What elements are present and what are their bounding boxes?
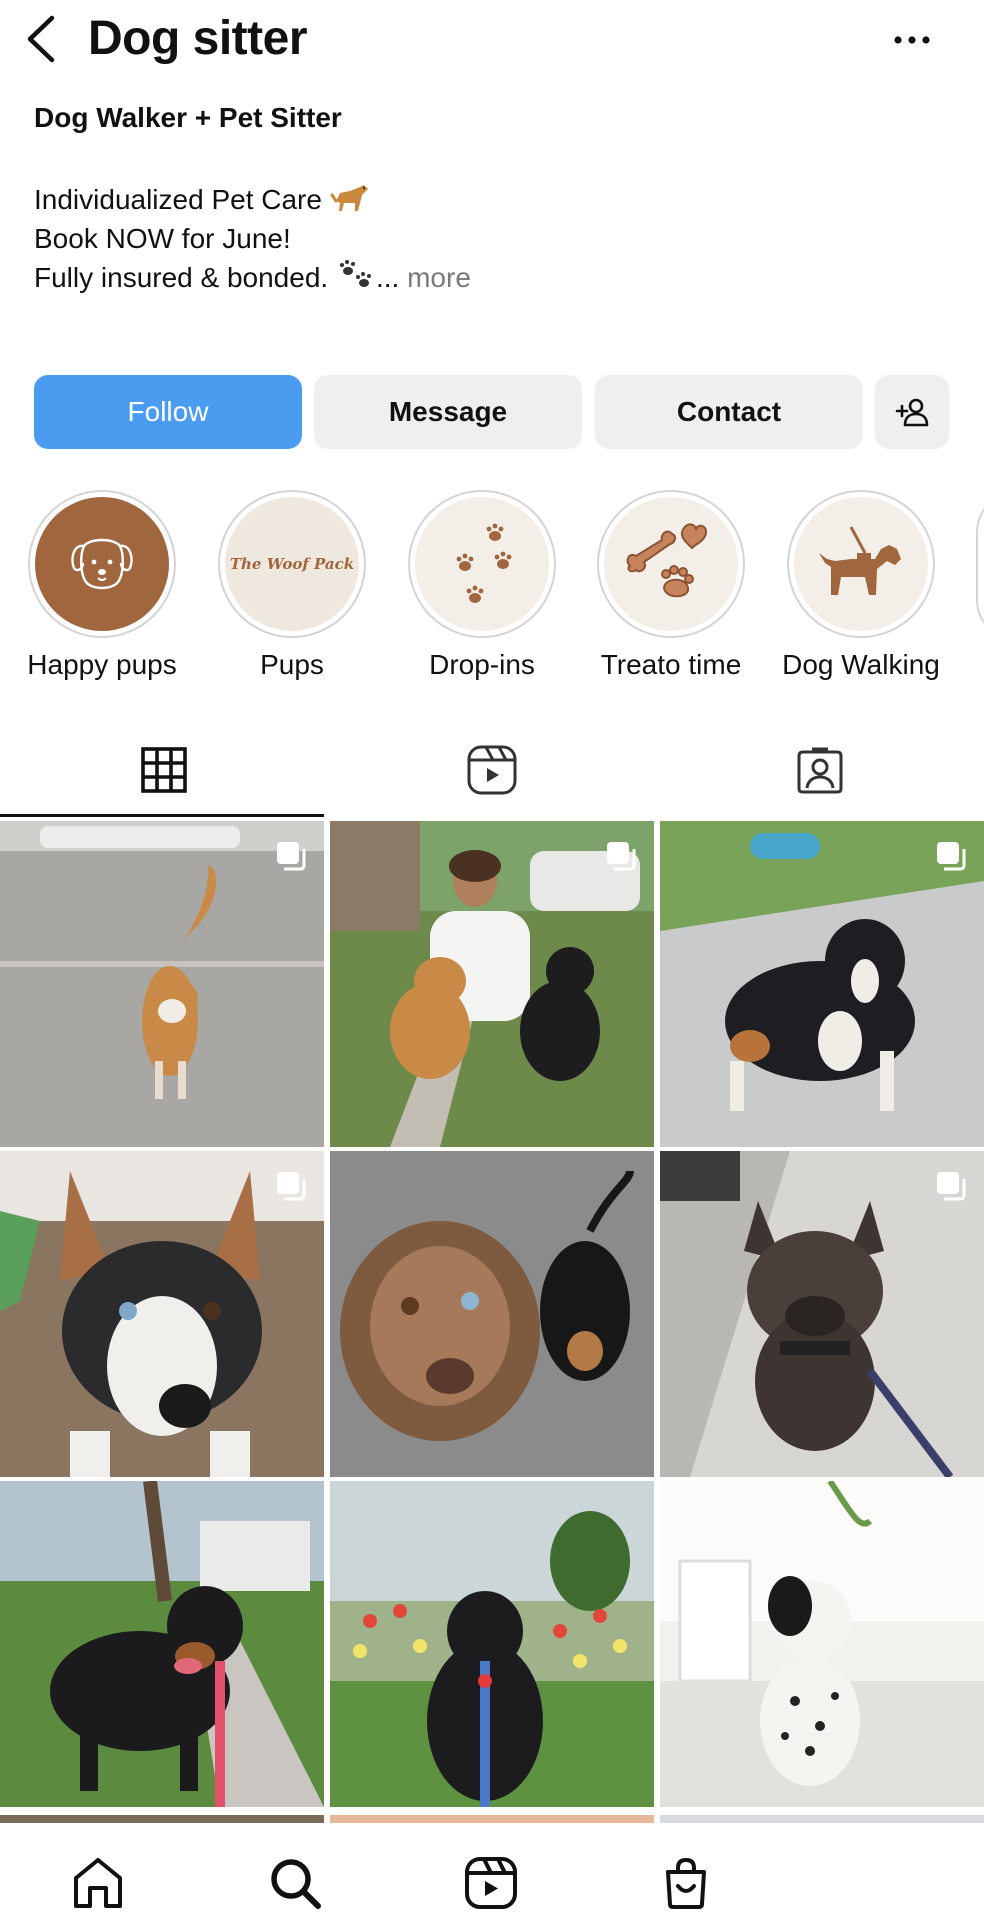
bottom-navigation bbox=[0, 1823, 984, 1917]
highlight-label: Happy pups bbox=[27, 649, 177, 680]
highlight-ring bbox=[28, 490, 176, 638]
tab-reels[interactable] bbox=[328, 722, 656, 818]
post-tile[interactable] bbox=[0, 1151, 324, 1477]
nav-home[interactable] bbox=[68, 1853, 128, 1913]
profile-tabs bbox=[0, 722, 984, 818]
bio-text: Individualized Pet Care Book NOW for Jun… bbox=[34, 180, 471, 297]
profile-actions: Follow Message Contact bbox=[34, 375, 950, 449]
highlight-treato-time[interactable]: Treato time bbox=[596, 490, 746, 680]
tagged-icon bbox=[797, 747, 843, 794]
photo-black-lab-with-flowers bbox=[330, 1481, 654, 1807]
highlight-ring: The Woof Pack bbox=[218, 490, 366, 638]
add-person-icon bbox=[895, 398, 929, 427]
active-tab-indicator bbox=[0, 814, 324, 817]
grid-icon bbox=[141, 747, 187, 793]
highlight-drop-ins[interactable]: Drop-ins bbox=[407, 490, 557, 680]
highlight-ring bbox=[787, 490, 935, 638]
paw-prints-emoji-icon bbox=[339, 260, 371, 287]
dog-walking-icon bbox=[794, 497, 928, 631]
highlight-label: Treato time bbox=[600, 649, 742, 680]
profile-header: Dog sitter bbox=[0, 0, 984, 80]
highlight-ring bbox=[597, 490, 745, 638]
highlight-label: Dog Walking bbox=[782, 649, 940, 680]
multiple-photos-icon bbox=[277, 842, 306, 871]
highlight-label: Drop-ins bbox=[429, 649, 535, 680]
suggested-accounts-button[interactable] bbox=[875, 375, 949, 449]
post-tile-partial[interactable] bbox=[330, 1815, 654, 1823]
post-tile[interactable] bbox=[0, 1481, 324, 1807]
reels-icon bbox=[465, 1857, 517, 1909]
reels-icon bbox=[467, 745, 517, 795]
post-tile-partial[interactable] bbox=[660, 1815, 984, 1823]
tab-tagged[interactable] bbox=[656, 722, 984, 818]
post-tile-partial[interactable] bbox=[0, 1815, 324, 1823]
more-options-icon[interactable] bbox=[890, 28, 934, 52]
home-icon bbox=[74, 1858, 122, 1908]
dog-face-icon bbox=[35, 497, 169, 631]
multiple-photos-icon bbox=[937, 1172, 966, 1201]
post-tile[interactable] bbox=[330, 1481, 654, 1807]
dog-emoji-icon bbox=[330, 185, 368, 211]
post-tile[interactable] bbox=[660, 821, 984, 1147]
highlight-happy-pups[interactable]: Happy pups bbox=[27, 490, 177, 680]
multiple-photos-icon bbox=[607, 842, 636, 871]
message-button[interactable]: Message bbox=[314, 375, 582, 449]
shop-icon bbox=[666, 1857, 706, 1909]
nav-reels[interactable] bbox=[461, 1853, 521, 1913]
nav-shop[interactable] bbox=[656, 1853, 716, 1913]
highlight-ring bbox=[408, 490, 556, 638]
profile-username: Dog sitter bbox=[88, 12, 308, 65]
paw-prints-icon bbox=[415, 497, 549, 631]
bio-line-2: Book NOW for June! bbox=[34, 223, 291, 254]
back-arrow-icon[interactable] bbox=[22, 14, 62, 64]
multiple-photos-icon bbox=[277, 1172, 306, 1201]
photo-dalmatian-mix bbox=[660, 1481, 984, 1807]
post-tile[interactable] bbox=[660, 1151, 984, 1477]
multiple-photos-icon bbox=[937, 842, 966, 871]
bio-category: Dog Walker + Pet Sitter bbox=[34, 102, 342, 133]
post-tile[interactable] bbox=[660, 1481, 984, 1807]
photo-rottweiler bbox=[0, 1481, 324, 1807]
woof-pack-logo: The Woof Pack bbox=[225, 497, 359, 631]
tab-posts-grid[interactable] bbox=[0, 722, 328, 818]
woof-pack-logo-text: The Woof Pack bbox=[229, 555, 355, 573]
nav-search[interactable] bbox=[265, 1853, 325, 1913]
bio-line: Fully insured & bonded. ... more bbox=[34, 258, 471, 297]
search-icon bbox=[271, 1859, 321, 1909]
follow-button[interactable]: Follow bbox=[34, 375, 302, 449]
contact-button[interactable]: Contact bbox=[595, 375, 863, 449]
bio-line-3: Fully insured & bonded. bbox=[34, 262, 329, 293]
post-tile[interactable] bbox=[0, 821, 324, 1147]
highlight-label: Pups bbox=[260, 649, 324, 680]
bio-ellipsis: ... bbox=[375, 262, 400, 293]
bone-treats-icon bbox=[604, 497, 738, 631]
post-tile[interactable] bbox=[330, 821, 654, 1147]
highlight-partial[interactable] bbox=[976, 492, 984, 640]
bio-line-1: Individualized Pet Care bbox=[34, 184, 322, 215]
highlight-dog-walking[interactable]: Dog Walking bbox=[782, 490, 940, 680]
photo-two-dogs-looking-up bbox=[330, 1151, 654, 1477]
post-tile[interactable] bbox=[330, 1151, 654, 1477]
bio-more-link[interactable]: more bbox=[407, 262, 471, 293]
highlight-pups[interactable]: The Woof Pack Pups bbox=[217, 490, 367, 680]
bio-line: Individualized Pet Care bbox=[34, 180, 471, 219]
